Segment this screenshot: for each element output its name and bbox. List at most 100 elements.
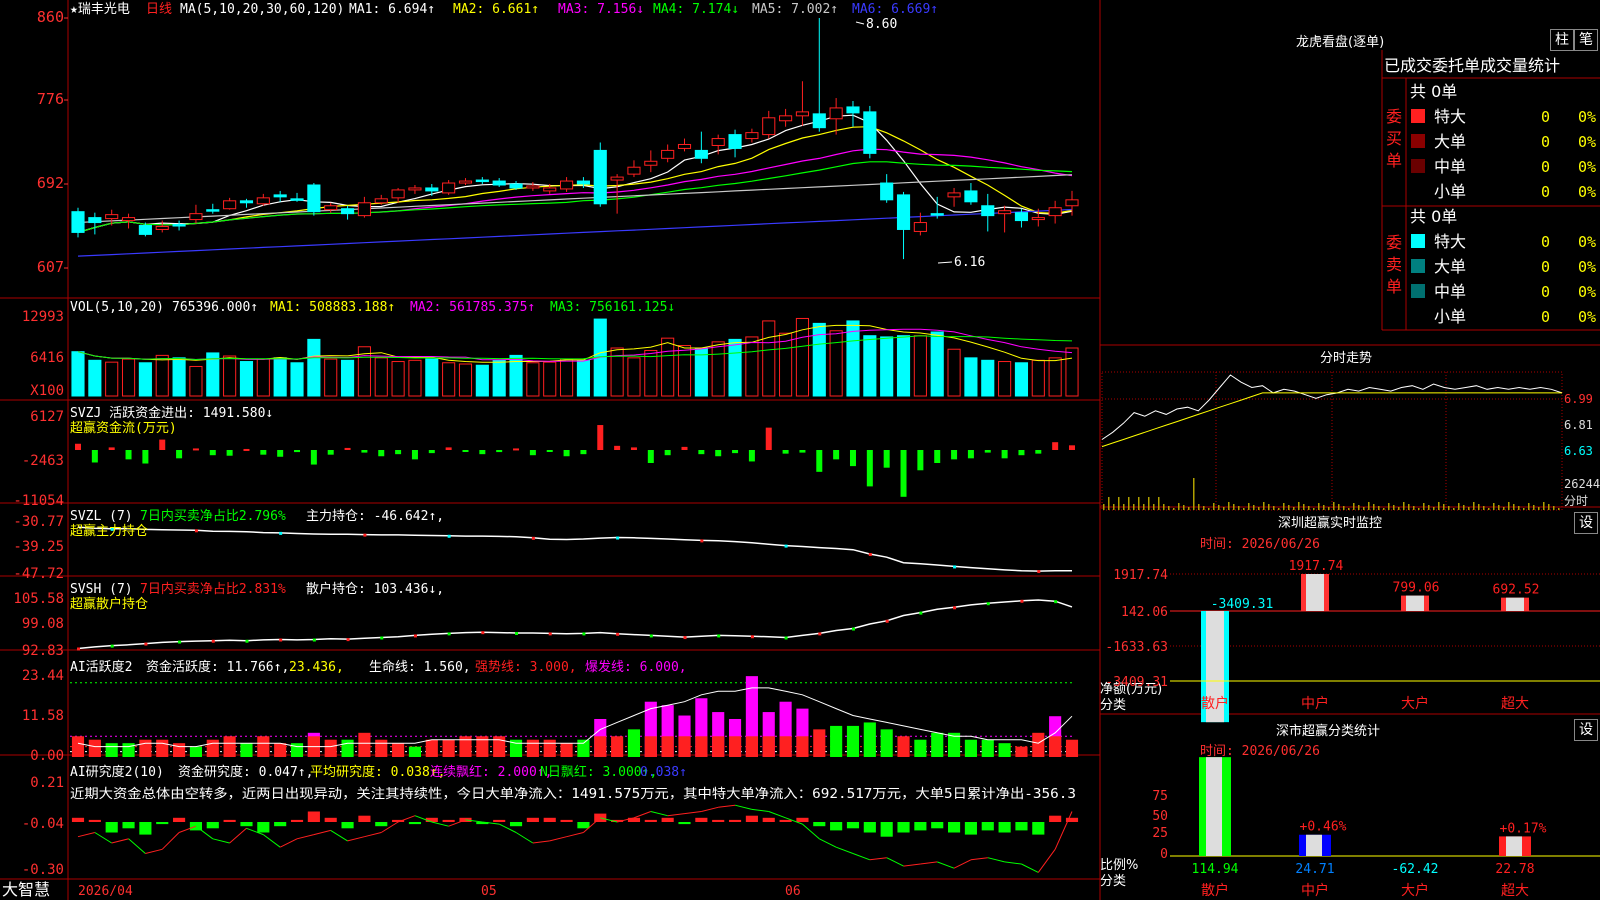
- airesearch-title: AI研究度2(10): [70, 764, 164, 780]
- flow-bar-0: [75, 443, 81, 450]
- candle-body-56: [1014, 212, 1029, 222]
- stock-chart-canvas[interactable]: 860 776 692 607 8.60 6.16 12993 6416 X100 6127 -…: [0, 0, 1600, 900]
- intraday-vol-bar-37: [1288, 505, 1290, 510]
- intraday-vol-bar-8: [1143, 504, 1145, 510]
- research-bar-5: [156, 822, 169, 825]
- flow-bar-44: [816, 450, 823, 472]
- zl-tick-1: -39.25: [13, 539, 64, 555]
- buy_rows-swatch-0: [1411, 109, 1425, 123]
- intraday-vol-bar-0: [1103, 504, 1105, 510]
- activity-bar-32: [611, 736, 624, 757]
- sz-bar-label-1: 1917.74: [1289, 559, 1344, 574]
- intraday-vol-bar-77: [1488, 508, 1490, 510]
- research-bar-20: [408, 822, 422, 825]
- intraday-vol-bar-64: [1423, 503, 1425, 510]
- volume-bar-19: [391, 361, 405, 397]
- sz-monitor-title: 深圳超赢实时监控: [1278, 515, 1382, 531]
- activity-bar-5: [156, 739, 169, 757]
- retail-holding-panel[interactable]: 105.58 99.08 92.83: [13, 591, 1073, 659]
- svsh-title: SVSH (7): [70, 582, 133, 597]
- research-bar-6: [173, 817, 186, 822]
- vol-title: VOL(5,10,20): [70, 300, 164, 315]
- settings-button-2[interactable]: 设: [1574, 719, 1598, 741]
- research-seg-35: [650, 811, 668, 817]
- candle-body-17: [357, 202, 371, 217]
- price-tick-3: 607: [37, 258, 64, 276]
- research-seg-50: [903, 863, 921, 867]
- cls-bar-core-3: [1506, 836, 1522, 856]
- volume-bar-2: [105, 361, 119, 397]
- research-seg-54: [970, 857, 988, 861]
- research-bar-46: [846, 822, 860, 829]
- flow-bar-24: [479, 450, 486, 455]
- bar-mode-button[interactable]: 柱: [1550, 29, 1574, 51]
- flow-bar-26: [513, 448, 520, 451]
- sell-label-char-0: 委: [1386, 233, 1402, 252]
- research-bar-16: [341, 822, 354, 829]
- intraday-tick-0: 6.99: [1564, 392, 1593, 406]
- flow-bar-54: [984, 450, 991, 453]
- sz-tick-1: 142.06: [1121, 605, 1168, 620]
- activity-bar-57: [1032, 732, 1045, 757]
- flow-bar-59: [1069, 445, 1075, 450]
- volume-bar-59: [1065, 347, 1079, 397]
- research-bar-0: [71, 817, 85, 822]
- sh-tick-2: 92.83: [22, 643, 64, 659]
- ai-part-1: 平均研究度: 0.038↑,: [310, 764, 445, 780]
- candle-body-34: [644, 160, 658, 166]
- intraday-vol-bar-13: [1168, 506, 1170, 510]
- research-seg-20: [397, 815, 416, 823]
- flow-bar-51: [934, 450, 941, 463]
- flow-tick-1: -2463: [22, 453, 64, 469]
- intraday-vol-bar-34: [1273, 506, 1275, 510]
- candle-body-2: [105, 214, 119, 220]
- candle-body-27: [526, 185, 540, 189]
- flow-bar-10: [243, 448, 250, 451]
- activity-panel[interactable]: 23.44 11.58 0.00: [22, 668, 1079, 764]
- volume-bar-50: [913, 335, 927, 397]
- sz-bar-core-3: [1506, 597, 1524, 611]
- intraday-vol-bar-78: [1493, 503, 1495, 510]
- intraday-vol-bar-48: [1343, 506, 1345, 510]
- volume-bar-47: [863, 335, 877, 397]
- sell-total: 共 0单: [1410, 207, 1457, 226]
- volume-panel[interactable]: 12993 6416 X100: [22, 309, 1079, 399]
- vol-ma2: MA2: 561785.375↑: [410, 300, 535, 315]
- class-stat-chart[interactable]: 75 50 25 0 114.94 散户 24.71 +0.46% 中户 -62.42 大户 22.7…: [1152, 757, 1600, 899]
- research-seg-42: [768, 811, 786, 819]
- cls-cat-2: 大户: [1401, 882, 1429, 899]
- sz-xlabel: 分类: [1100, 698, 1126, 713]
- buy-total: 共 0单: [1410, 82, 1457, 101]
- main-force-holding-panel[interactable]: -30.77 -39.25 -47.72: [13, 514, 1072, 582]
- tick-mode-button[interactable]: 笔: [1574, 29, 1598, 51]
- research-bar-15: [324, 817, 337, 822]
- cls-ylabel: 比例%: [1100, 858, 1138, 873]
- volume-bar-52: [947, 348, 961, 397]
- zhuli-dot-52: [953, 565, 957, 569]
- candle-body-42: [779, 115, 793, 122]
- research-seg-22: [431, 821, 449, 827]
- settings-button-1[interactable]: 设: [1574, 512, 1598, 534]
- research-bar-45: [830, 822, 843, 831]
- sz-time: 时间: 2026/06/26: [1200, 537, 1320, 552]
- research-seg-37: [684, 811, 702, 815]
- zhuli-dot-32: [616, 536, 620, 540]
- intraday-vol-bar-52: [1363, 507, 1365, 510]
- zhuli-dot-57: [1037, 570, 1041, 574]
- research-bar-47: [863, 822, 876, 833]
- intraday-vol-bar-90: [1553, 506, 1555, 510]
- volume-bar-9: [223, 355, 237, 397]
- intraday-vol-bar-89: [1548, 504, 1550, 510]
- intraday-vol-bar-50: [1353, 503, 1355, 510]
- intraday-vol-bar-12: [1163, 504, 1165, 510]
- cls-value-0: 114.94: [1192, 862, 1239, 877]
- flow-bar-41: [765, 427, 772, 450]
- volume-bar-23: [458, 363, 473, 397]
- candlestick-panel[interactable]: 860 776 692 607 8.60 6.16: [37, 8, 1079, 276]
- sz-monitor-chart[interactable]: 1917.74 142.06 -1633.63 -3409.31 -3409.31 散户 1…: [1105, 559, 1600, 723]
- candle-body-47: [863, 111, 877, 154]
- intraday-vol-bar-88: [1543, 502, 1545, 510]
- period-label[interactable]: 日线: [146, 2, 172, 17]
- activity-bar-15: [324, 739, 337, 757]
- research-seg-41: [751, 808, 769, 812]
